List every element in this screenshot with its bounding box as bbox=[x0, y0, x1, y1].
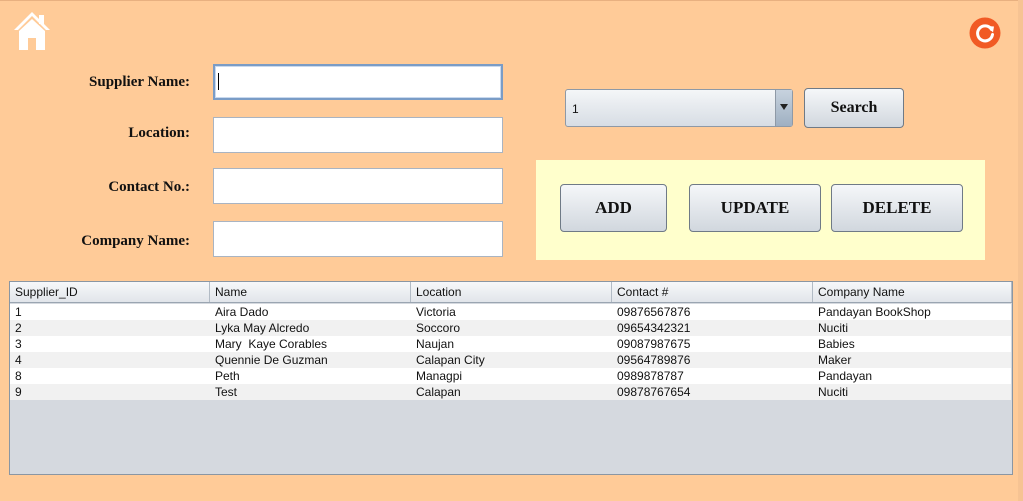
refresh-icon[interactable] bbox=[969, 17, 1001, 49]
cell-contact: 0989878787 bbox=[617, 369, 684, 383]
cell-company-name: Nuciti bbox=[818, 385, 849, 399]
contact-input[interactable] bbox=[213, 168, 503, 204]
cell-company-name: Pandayan bbox=[818, 369, 873, 383]
supplier-id-select[interactable]: 1 bbox=[565, 89, 793, 127]
cell-name: Lyka May Alcredo bbox=[215, 321, 310, 335]
cell-supplier-id: 9 bbox=[15, 385, 22, 399]
supplier-name-label: Supplier Name: bbox=[89, 74, 190, 90]
column-header-supplier-id[interactable]: Supplier_ID bbox=[10, 282, 210, 302]
cell-supplier-id: 2 bbox=[15, 321, 22, 335]
table-row[interactable]: 9 Test Calapan 09878767654 Nuciti bbox=[10, 384, 1011, 400]
cell-supplier-id: 3 bbox=[15, 337, 22, 351]
home-icon[interactable] bbox=[12, 10, 52, 52]
select-value: 1 bbox=[572, 102, 579, 116]
cell-contact: 09564789876 bbox=[617, 353, 691, 367]
cell-contact: 09878767654 bbox=[617, 385, 691, 399]
column-header-contact[interactable]: Contact # bbox=[612, 282, 813, 302]
window-top-edge bbox=[0, 0, 1023, 1]
table-header: Supplier_ID Name Location Contact # Comp… bbox=[10, 282, 1012, 303]
cell-supplier-id: 8 bbox=[15, 369, 22, 383]
text-caret bbox=[218, 73, 219, 90]
cell-supplier-id: 4 bbox=[15, 353, 22, 367]
cell-company-name: Nuciti bbox=[818, 321, 849, 335]
update-button[interactable]: UPDATE bbox=[689, 184, 821, 232]
cell-name: Aira Dado bbox=[215, 305, 269, 319]
cell-location: Naujan bbox=[416, 337, 455, 351]
cell-name: Quennie De Guzman bbox=[215, 353, 328, 367]
delete-button[interactable]: DELETE bbox=[831, 184, 963, 232]
search-button[interactable]: Search bbox=[804, 88, 904, 128]
chevron-down-icon[interactable] bbox=[775, 90, 792, 126]
window-right-edge bbox=[1018, 0, 1023, 501]
table-row[interactable]: 1 Aira Dado Victoria 09876567876 Pandaya… bbox=[10, 304, 1011, 320]
cell-location: Calapan bbox=[416, 385, 461, 399]
company-name-label: Company Name: bbox=[81, 233, 190, 249]
cell-company-name: Maker bbox=[818, 353, 852, 367]
add-button[interactable]: ADD bbox=[560, 184, 667, 232]
supplier-name-input[interactable] bbox=[213, 64, 503, 100]
cell-name: Peth bbox=[215, 369, 240, 383]
cell-supplier-id: 1 bbox=[15, 305, 22, 319]
location-input[interactable] bbox=[213, 117, 503, 153]
column-header-location[interactable]: Location bbox=[411, 282, 612, 302]
cell-name: Mary Kaye Corables bbox=[215, 337, 328, 351]
company-name-input[interactable] bbox=[213, 221, 503, 257]
contact-label: Contact No.: bbox=[108, 179, 190, 195]
cell-location: Soccoro bbox=[416, 321, 461, 335]
table-body: 1 Aira Dado Victoria 09876567876 Pandaya… bbox=[10, 304, 1012, 400]
cell-location: Victoria bbox=[416, 305, 456, 319]
cell-contact: 09876567876 bbox=[617, 305, 691, 319]
cell-name: Test bbox=[215, 385, 238, 399]
cell-company-name: Babies bbox=[818, 337, 855, 351]
table-row[interactable]: 4 Quennie De Guzman Calapan City 0956478… bbox=[10, 352, 1011, 368]
table-row[interactable]: 8 Peth Managpi 0989878787 Pandayan bbox=[10, 368, 1011, 384]
cell-location: Managpi bbox=[416, 369, 463, 383]
cell-contact: 09087987675 bbox=[617, 337, 691, 351]
column-header-name[interactable]: Name bbox=[210, 282, 411, 302]
location-label: Location: bbox=[128, 125, 190, 141]
supplier-table[interactable]: Supplier_ID Name Location Contact # Comp… bbox=[9, 281, 1013, 475]
column-header-company-name[interactable]: Company Name bbox=[813, 282, 1012, 302]
cell-company-name: Pandayan BookShop bbox=[818, 305, 931, 319]
table-row[interactable]: 3 Mary Kaye Corables Naujan 09087987675 … bbox=[10, 336, 1011, 352]
table-row[interactable]: 2 Lyka May Alcredo Soccoro 09654342321 N… bbox=[10, 320, 1011, 336]
cell-location: Calapan City bbox=[416, 353, 485, 367]
cell-contact: 09654342321 bbox=[617, 321, 691, 335]
